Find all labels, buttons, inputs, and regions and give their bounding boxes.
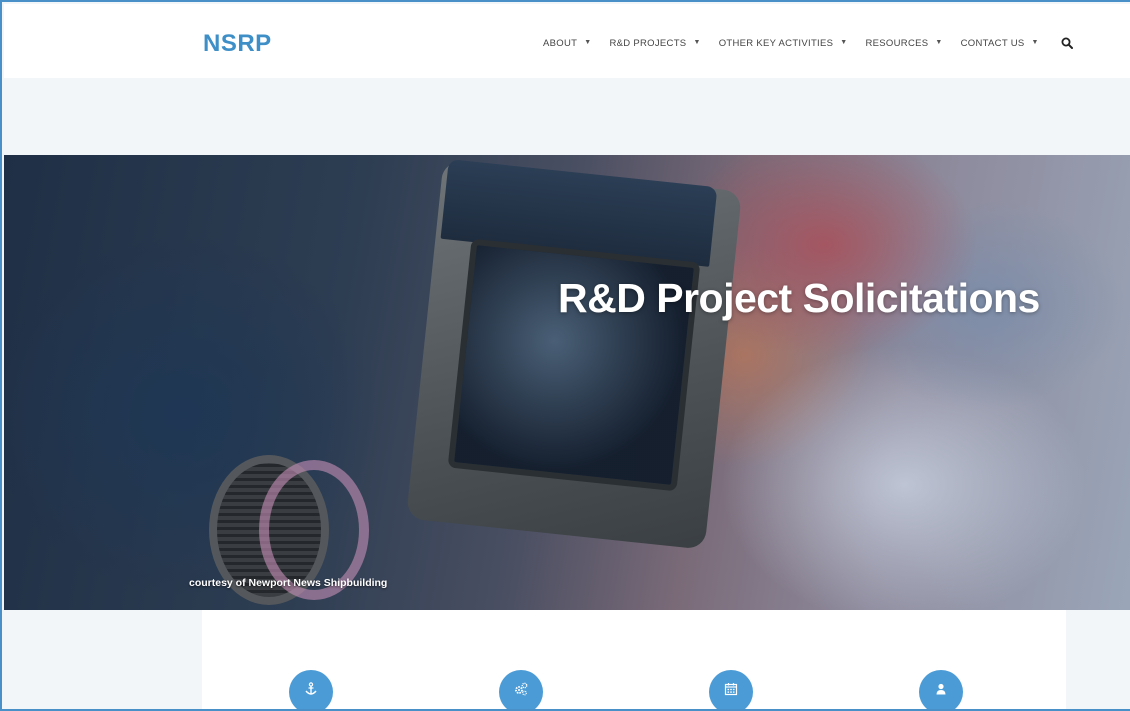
anchor-icon[interactable] <box>289 670 333 709</box>
search-icon[interactable] <box>1061 37 1073 49</box>
nav-item-label: ABOUT <box>543 37 578 49</box>
hero-banner: R&D Project Solicitations courtesy of Ne… <box>4 155 1130 610</box>
caret-down-icon: ▼ <box>1031 38 1039 46</box>
gears-icon[interactable] <box>499 670 543 709</box>
caret-down-icon: ▼ <box>840 38 848 46</box>
nav-item-label: RESOURCES <box>865 37 929 49</box>
hero-title: R&D Project Solicitations <box>558 275 1040 321</box>
nav-item-label: R&D PROJECTS <box>609 37 687 49</box>
nav-item-rd-projects[interactable]: R&D PROJECTS ▼ <box>609 38 700 49</box>
caret-down-icon: ▼ <box>935 38 943 46</box>
browser-frame: NSRP ABOUT ▼ R&D PROJECTS ▼ OTHER KEY AC… <box>0 0 1130 711</box>
nav-item-contact-us[interactable]: CONTACT US ▼ <box>961 38 1039 49</box>
site-header: NSRP ABOUT ▼ R&D PROJECTS ▼ OTHER KEY AC… <box>4 4 1130 78</box>
calendar-icon[interactable] <box>709 670 753 709</box>
caret-down-icon: ▼ <box>584 38 592 46</box>
nav-item-label: OTHER KEY ACTIVITIES <box>718 37 834 49</box>
user-icon[interactable] <box>919 670 963 709</box>
main-nav: ABOUT ▼ R&D PROJECTS ▼ OTHER KEY ACTIVIT… <box>543 37 1073 49</box>
nav-item-label: CONTACT US <box>960 37 1025 49</box>
nav-item-other-key-activities[interactable]: OTHER KEY ACTIVITIES ▼ <box>719 38 848 49</box>
caret-down-icon: ▼ <box>693 38 701 46</box>
nav-item-resources[interactable]: RESOURCES ▼ <box>866 38 943 49</box>
site-logo[interactable]: NSRP <box>203 30 272 58</box>
photo-credit: courtesy of Newport News Shipbuilding <box>189 577 388 589</box>
nav-item-about[interactable]: ABOUT ▼ <box>543 38 591 49</box>
